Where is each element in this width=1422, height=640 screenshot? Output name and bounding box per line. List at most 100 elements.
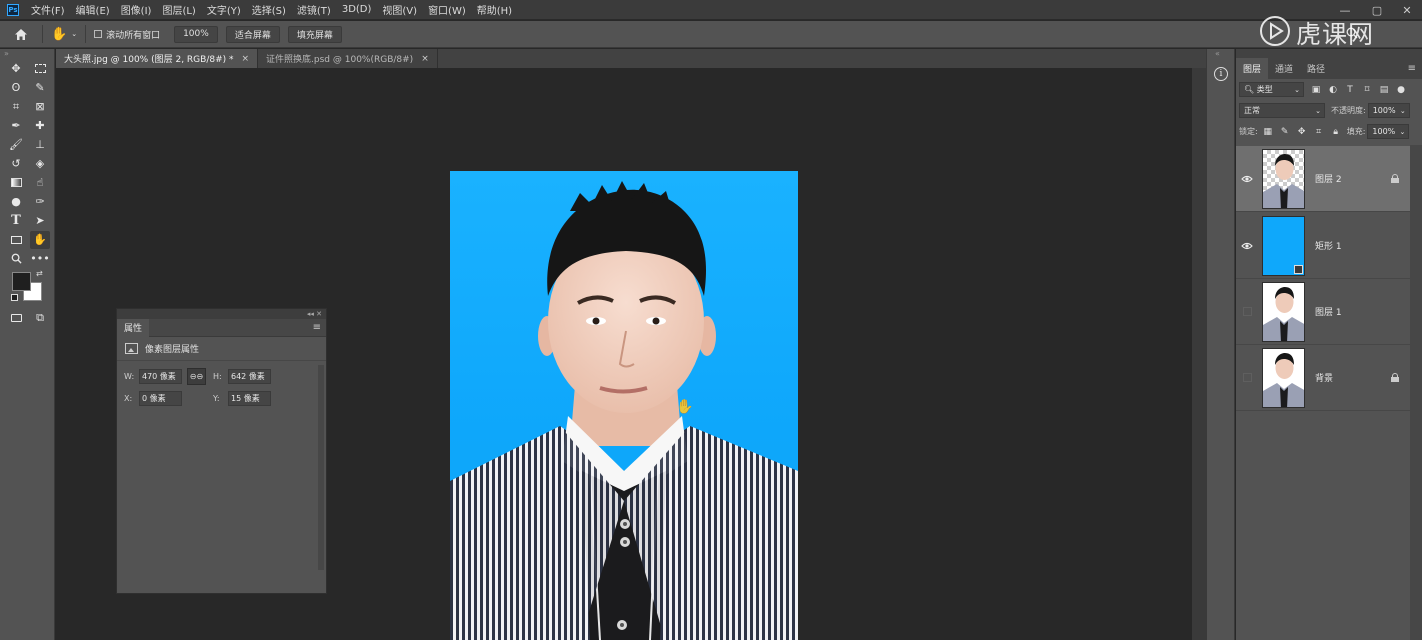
options-bar: ✋ ⌄ 滚动所有窗口 100% 适合屏幕 填充屏幕 xyxy=(0,21,1422,48)
tab-document-1[interactable]: 大头照.jpg @ 100% (图层 2, RGB/8#) * × xyxy=(56,49,259,68)
eye-icon[interactable] xyxy=(1238,173,1256,185)
tab-paths[interactable]: 路径 xyxy=(1300,58,1332,79)
filter-shape-icon[interactable]: ⌑ xyxy=(1362,85,1372,95)
tab-document-2[interactable]: 证件照换底.psd @ 100%(RGB/8#) × xyxy=(258,49,438,68)
canvas-vertical-scrollbar[interactable] xyxy=(1192,68,1206,640)
brush-icon[interactable]: 🖌︎ xyxy=(6,136,26,154)
zoom-100-button[interactable]: 100% xyxy=(174,25,218,43)
width-field[interactable]: 470 像素 xyxy=(139,368,182,384)
type-icon[interactable]: T xyxy=(6,212,26,230)
y-field[interactable]: 15 像素 xyxy=(228,390,271,406)
more-icon[interactable]: ••• xyxy=(30,250,50,268)
swap-colors-icon[interactable]: ⇄ xyxy=(36,269,43,278)
lock-pixels-icon[interactable]: ✎ xyxy=(1280,127,1290,137)
stamp-icon[interactable]: ⊥ xyxy=(30,136,50,154)
foreground-color-swatch[interactable] xyxy=(12,272,31,291)
link-icon[interactable]: ⊖⊖ xyxy=(187,367,206,385)
properties-scrollbar[interactable] xyxy=(318,365,324,570)
frame-icon[interactable]: ⊠ xyxy=(30,98,50,116)
layer-row-layer-2[interactable]: 图层 2 xyxy=(1236,146,1410,212)
menu-filter[interactable]: 滤镜(T) xyxy=(297,2,331,17)
lock-transparent-icon[interactable]: ▦ xyxy=(1263,127,1273,137)
filter-smart-object-icon[interactable]: ▤ xyxy=(1379,85,1389,95)
menu-3d[interactable]: 3D(D) xyxy=(342,4,372,15)
healing-icon[interactable]: ✚ xyxy=(30,117,50,135)
menu-view[interactable]: 视图(V) xyxy=(382,2,417,17)
x-field[interactable]: 0 像素 xyxy=(139,390,182,406)
eyedropper-icon[interactable]: ✒ xyxy=(6,117,26,135)
blend-mode-select[interactable]: 正常 ⌄ xyxy=(1239,103,1325,118)
blend-row: 正常 ⌄ 不透明度: 100% ⌄ xyxy=(1236,100,1422,121)
info-icon[interactable]: i xyxy=(1214,67,1228,81)
size-row: W: 470 像素 ⊖⊖ H: 642 像素 xyxy=(117,365,326,387)
visibility-toggle[interactable] xyxy=(1238,306,1256,318)
layer-row-rectangle-1[interactable]: 矩形 1 xyxy=(1236,213,1410,279)
quick-mask-icon[interactable] xyxy=(6,309,26,327)
filter-kind-select[interactable]: 🔍︎ 类型 ⌄ xyxy=(1239,82,1304,97)
menu-help[interactable]: 帮助(H) xyxy=(477,2,512,17)
eraser-icon[interactable]: ◈ xyxy=(30,155,50,173)
menu-window[interactable]: 窗口(W) xyxy=(428,2,466,17)
scroll-all-windows-checkbox[interactable]: 滚动所有窗口 xyxy=(94,28,160,41)
menu-type[interactable]: 文字(Y) xyxy=(207,2,241,17)
opacity-label: 不透明度: xyxy=(1331,106,1366,115)
fill-field[interactable]: 100% ⌄ xyxy=(1367,124,1410,139)
visibility-toggle[interactable] xyxy=(1238,372,1256,384)
blend-mode-value: 正常 xyxy=(1244,106,1260,115)
hand-tool-icon[interactable]: ✋ xyxy=(30,230,50,249)
fill-screen-button[interactable]: 填充屏幕 xyxy=(287,25,342,43)
opacity-value: 100% xyxy=(1372,106,1396,115)
path-select-icon[interactable]: ➤ xyxy=(30,212,50,230)
menu-file[interactable]: 文件(F) xyxy=(31,2,65,17)
height-label: H: xyxy=(213,371,222,381)
lock-all-icon[interactable]: 🔒︎ xyxy=(1331,127,1341,137)
menu-layer[interactable]: 图层(L) xyxy=(162,2,195,17)
menu-edit[interactable]: 编辑(E) xyxy=(76,2,110,17)
checkbox-box[interactable] xyxy=(94,30,103,38)
move-icon[interactable]: ✥ xyxy=(6,60,26,78)
pen-icon[interactable]: ✑ xyxy=(30,193,50,211)
history-brush-icon[interactable]: ↺ xyxy=(6,155,26,173)
screen-mode-icon[interactable]: ⧉ xyxy=(30,309,50,327)
filter-adjustment-icon[interactable]: ◐ xyxy=(1328,85,1338,95)
panel-menu-icon[interactable]: ≡ xyxy=(1408,63,1416,74)
gradient-icon[interactable] xyxy=(6,174,26,192)
smudge-icon[interactable]: ☝ xyxy=(30,174,50,192)
document-image[interactable]: ✋ xyxy=(450,171,798,640)
tab-layers[interactable]: 图层 xyxy=(1236,58,1269,79)
layer-row-layer-1[interactable]: 图层 1 xyxy=(1236,279,1410,345)
eye-icon[interactable] xyxy=(1238,240,1256,252)
layer-row-background[interactable]: 背景 xyxy=(1236,345,1410,411)
tab-properties[interactable]: 属性 xyxy=(117,318,150,337)
menu-select[interactable]: 选择(S) xyxy=(252,2,286,17)
home-icon[interactable] xyxy=(0,28,42,41)
close-icon[interactable]: × xyxy=(242,54,250,64)
filter-type-icon[interactable]: T xyxy=(1345,85,1355,95)
quick-select-icon[interactable]: ✎ xyxy=(30,79,50,97)
fit-screen-button[interactable]: 适合屏幕 xyxy=(225,25,280,43)
hand-tool-preset[interactable]: ✋ ⌄ xyxy=(51,27,77,42)
panel-menu-icon[interactable]: ≡ xyxy=(313,322,321,333)
collapse-panel-icon[interactable]: ◂◂ ✕ xyxy=(117,309,326,319)
filter-toggle-icon[interactable]: ● xyxy=(1396,85,1406,95)
lasso-icon[interactable]: ʘ xyxy=(6,79,26,97)
default-colors-icon[interactable] xyxy=(11,294,18,301)
opacity-field[interactable]: 100% ⌄ xyxy=(1367,103,1410,118)
close-icon[interactable]: × xyxy=(421,54,429,64)
lock-artboard-icon[interactable]: ⌗ xyxy=(1314,127,1324,137)
separator xyxy=(85,25,87,43)
rectangle-icon[interactable] xyxy=(6,231,26,249)
dodge-icon[interactable]: ● xyxy=(6,193,26,211)
lock-position-icon[interactable]: ✥ xyxy=(1297,127,1307,137)
zoom-icon[interactable] xyxy=(6,250,26,268)
panel-grip[interactable]: » xyxy=(0,49,54,59)
menu-image[interactable]: 图像(I) xyxy=(121,2,152,17)
panel-grip[interactable]: « xyxy=(1207,49,1234,59)
fill-label: 填充: xyxy=(1346,127,1366,136)
height-field[interactable]: 642 像素 xyxy=(228,368,271,384)
marquee-icon[interactable] xyxy=(30,60,50,78)
crop-icon[interactable]: ⌗ xyxy=(6,98,26,116)
filter-pixel-icon[interactable]: ▣ xyxy=(1311,85,1321,95)
layers-scrollbar[interactable] xyxy=(1410,145,1422,640)
tab-channels[interactable]: 通道 xyxy=(1268,58,1300,79)
